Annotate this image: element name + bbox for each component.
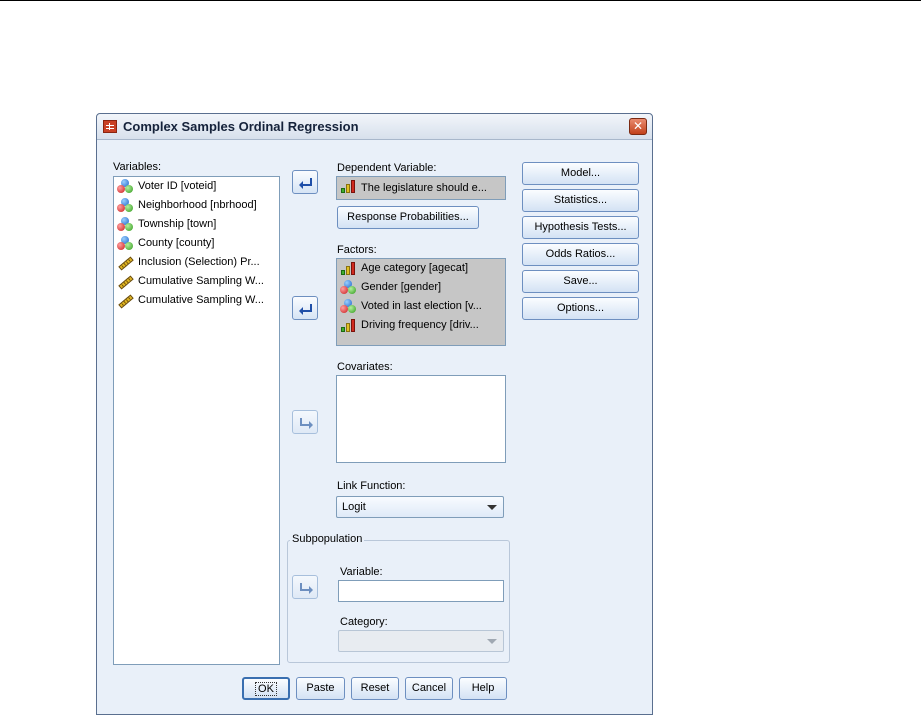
variable-list-item[interactable]: Voter ID [voteid] <box>114 177 279 196</box>
subpop-category-label: Category: <box>340 616 388 628</box>
nominal-icon <box>117 198 134 213</box>
factor-list-item[interactable]: Age category [agecat] <box>337 259 505 278</box>
variable-list-item-label: Inclusion (Selection) Pr... <box>138 256 260 268</box>
scale-icon <box>117 274 134 290</box>
top-rule <box>0 0 921 1</box>
options-button[interactable]: Options... <box>522 297 639 320</box>
variable-list-item-label: Township [town] <box>138 218 217 230</box>
variable-list-item-label: County [county] <box>138 237 215 249</box>
variable-list-item-label: Voter ID [voteid] <box>138 180 217 192</box>
scale-icon <box>117 255 134 271</box>
variable-list-item[interactable]: Cumulative Sampling W... <box>114 291 279 310</box>
factor-list-item-label: Age category [agecat] <box>361 262 469 274</box>
variables-label: Variables: <box>113 161 162 173</box>
nominal-icon <box>117 236 134 251</box>
variable-list-item[interactable]: Township [town] <box>114 215 279 234</box>
covariates-list[interactable] <box>336 375 506 463</box>
factors-label: Factors: <box>337 244 377 256</box>
link-function-value: Logit <box>342 501 366 513</box>
factors-list[interactable]: Age category [agecat] Gender [gender] Vote… <box>336 258 506 346</box>
chevron-down-icon <box>487 505 497 510</box>
factor-list-item[interactable]: Driving frequency [driv... <box>337 316 505 335</box>
arrow-left-icon <box>299 178 312 189</box>
nominal-icon <box>117 217 134 232</box>
link-function-label: Link Function: <box>337 480 406 492</box>
dependent-variable-value: The legislature should e... <box>361 182 487 194</box>
ordinal-icon <box>340 179 357 194</box>
dependent-variable-item[interactable]: The legislature should e... <box>337 177 505 199</box>
move-dependent-button[interactable] <box>292 170 318 194</box>
ordinal-icon <box>340 261 357 276</box>
arrow-right-icon <box>300 418 313 429</box>
variable-list-item-label: Neighborhood [nbrhood] <box>138 199 257 211</box>
hypothesis-tests-button[interactable]: Hypothesis Tests... <box>522 216 639 239</box>
move-covariates-button[interactable] <box>292 410 318 434</box>
chevron-down-icon <box>487 639 497 644</box>
paste-button[interactable]: Paste <box>296 677 345 700</box>
statistics-button[interactable]: Statistics... <box>522 189 639 212</box>
subpop-category-select[interactable] <box>338 630 504 652</box>
close-button[interactable]: ✕ <box>629 118 647 135</box>
factor-list-item[interactable]: Voted in last election [v... <box>337 297 505 316</box>
ok-button[interactable]: OK <box>242 677 290 700</box>
dialog-title: Complex Samples Ordinal Regression <box>123 119 359 134</box>
reset-button[interactable]: Reset <box>351 677 399 700</box>
variable-list-item-label: Cumulative Sampling W... <box>138 294 264 306</box>
variable-list-item[interactable]: Cumulative Sampling W... <box>114 272 279 291</box>
ordinal-icon <box>340 318 357 333</box>
variable-list-item[interactable]: County [county] <box>114 234 279 253</box>
link-function-select[interactable]: Logit <box>336 496 504 518</box>
help-button[interactable]: Help <box>459 677 507 700</box>
save-button[interactable]: Save... <box>522 270 639 293</box>
variable-list-item[interactable]: Inclusion (Selection) Pr... <box>114 253 279 272</box>
factor-list-item[interactable]: Gender [gender] <box>337 278 505 297</box>
odds-ratios-button[interactable]: Odds Ratios... <box>522 243 639 266</box>
nominal-icon <box>117 179 134 194</box>
data-table-icon <box>103 120 117 133</box>
variable-list-item-label: Cumulative Sampling W... <box>138 275 264 287</box>
move-factors-button[interactable] <box>292 296 318 320</box>
factor-list-item-label: Driving frequency [driv... <box>361 319 479 331</box>
nominal-icon <box>340 280 357 295</box>
response-probabilities-button[interactable]: Response Probabilities... <box>337 206 479 229</box>
cancel-button[interactable]: Cancel <box>405 677 453 700</box>
subpop-variable-field[interactable] <box>338 580 504 602</box>
dialog-window: Complex Samples Ordinal Regression ✕ Var… <box>96 113 653 715</box>
scale-icon <box>117 293 134 309</box>
variables-list[interactable]: Voter ID [voteid] Neighborhood [nbrhood] T… <box>113 176 280 665</box>
factor-list-item-label: Gender [gender] <box>361 281 442 293</box>
title-bar[interactable]: Complex Samples Ordinal Regression ✕ <box>97 114 652 140</box>
dependent-variable-label: Dependent Variable: <box>337 162 437 174</box>
subpopulation-label: Subpopulation <box>290 533 365 545</box>
variable-list-item[interactable]: Neighborhood [nbrhood] <box>114 196 279 215</box>
ok-label: OK <box>255 682 277 696</box>
arrow-left-icon <box>299 304 312 315</box>
nominal-icon <box>340 299 357 314</box>
factor-list-item-label: Voted in last election [v... <box>361 300 482 312</box>
subpop-variable-label: Variable: <box>340 566 383 578</box>
model-button[interactable]: Model... <box>522 162 639 185</box>
covariates-label: Covariates: <box>337 361 393 373</box>
dependent-variable-field[interactable]: The legislature should e... <box>336 176 506 200</box>
